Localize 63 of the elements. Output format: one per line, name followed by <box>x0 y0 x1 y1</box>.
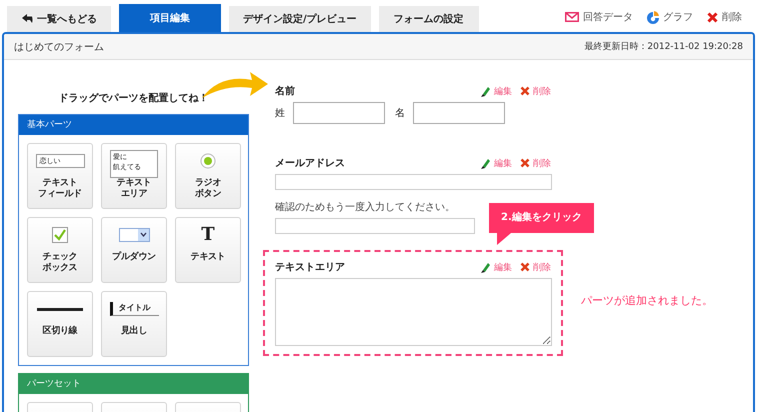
last-updated: 最終更新日時：2012-11-02 19:20:28 <box>584 40 743 53</box>
tile-label: プルダウン <box>112 252 156 263</box>
callout-pointer-icon <box>497 233 511 245</box>
edit-link[interactable]: 編集 <box>480 84 512 98</box>
input-field[interactable] <box>275 174 552 190</box>
instruction-text: ドラッグでパーツを配置してね！ <box>58 92 210 105</box>
radio-icon <box>200 153 216 169</box>
input-label: 確認のためもう一度入力してください。 <box>275 200 456 214</box>
field-label: 名前 <box>275 84 295 98</box>
panel-title: 基本パーツ <box>19 115 248 135</box>
part-tile[interactable]: チェック ボックス <box>27 217 93 283</box>
callout-tooltip: 2.編集をクリック <box>489 203 594 233</box>
part-tile[interactable]: 区切り線 <box>27 291 93 357</box>
cross-icon <box>520 262 530 272</box>
link[interactable]: 回答データ <box>565 10 633 24</box>
pencil-icon <box>480 86 491 96</box>
tab[interactable]: フォームの設定 <box>378 6 479 32</box>
part-tile[interactable]: ラジオ ボタン <box>175 143 241 209</box>
tile-label: テキスト <box>116 178 152 189</box>
form-title: はじめてのフォーム <box>14 40 104 54</box>
tile-label: テキスト <box>190 252 226 263</box>
input-label: 姓 <box>275 107 285 120</box>
tile-label: テキスト <box>42 178 78 189</box>
input-label: 名 <box>395 107 405 120</box>
tab[interactable]: 項目編集 <box>119 4 221 32</box>
part-tile[interactable]: タイトル 見出し <box>101 291 167 357</box>
line-icon <box>37 308 83 310</box>
text-preview: T <box>201 225 215 245</box>
textarea-field[interactable] <box>275 278 552 346</box>
edit-link[interactable]: 編集 <box>480 156 512 170</box>
pie-chart-icon <box>647 10 659 24</box>
tile-label: チェック <box>42 252 78 262</box>
cross-icon <box>707 12 718 22</box>
tile-label: ボックス <box>42 263 78 274</box>
pencil-icon <box>480 158 491 168</box>
part-tile[interactable]: プルダウン <box>101 217 167 283</box>
dropdown-icon <box>118 228 150 242</box>
notice-text: パーツが追加されました。 <box>581 293 713 309</box>
tab[interactable]: デザイン設定/プレビュー <box>229 6 371 32</box>
field-label: メールアドレス <box>275 157 345 170</box>
heading-preview: タイトル <box>110 302 158 316</box>
tile-label: 区切り線 <box>42 326 78 337</box>
part-tile[interactable]: T テキスト <box>175 217 241 283</box>
panel-title: パーツセット <box>19 374 248 394</box>
cross-icon <box>520 158 530 168</box>
tile-label: エリア <box>120 189 148 200</box>
tile-label: 見出し <box>120 326 148 337</box>
input-field[interactable] <box>275 218 475 234</box>
link[interactable]: 削除 <box>707 10 742 24</box>
field-label: テキストエリア <box>275 261 345 274</box>
envelope-icon <box>565 12 579 22</box>
pencil-icon <box>480 262 491 272</box>
checkbox-icon <box>52 227 68 243</box>
arrow-left-icon <box>21 14 33 24</box>
input-field[interactable] <box>413 102 505 124</box>
link[interactable]: グラフ <box>647 10 693 24</box>
input-field[interactable] <box>293 102 385 124</box>
cross-icon <box>520 86 530 96</box>
edit-link[interactable]: 編集 <box>480 260 512 274</box>
tile-label: フィールド <box>38 189 82 200</box>
tab[interactable]: 一覧へもどる <box>7 6 111 32</box>
tile-label: ラジオ <box>194 178 222 188</box>
tile-label: ボタン <box>194 189 222 200</box>
